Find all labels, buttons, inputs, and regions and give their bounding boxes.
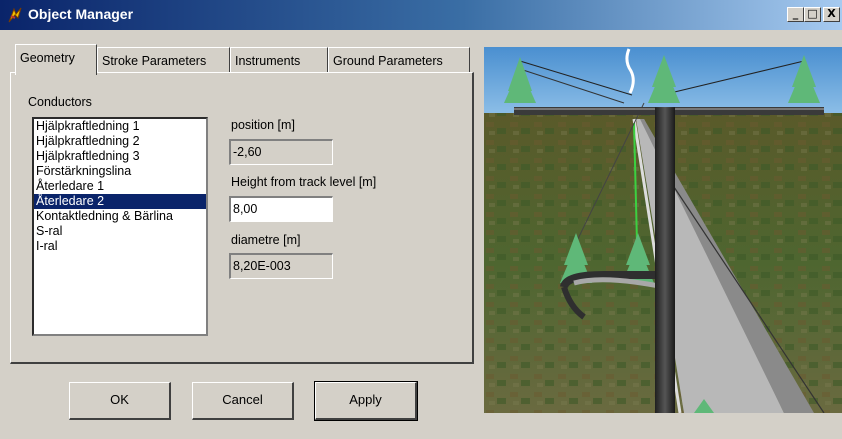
list-item[interactable]: Återledare 1 bbox=[34, 179, 206, 194]
list-item[interactable]: Förstärkningslina bbox=[34, 164, 206, 179]
tab-geometry[interactable]: Geometry bbox=[15, 44, 97, 75]
list-item[interactable]: Kontaktledning & Bärlina bbox=[34, 209, 206, 224]
list-item[interactable]: I-ral bbox=[34, 239, 206, 254]
diametre-field: 8,20E-003 bbox=[229, 253, 333, 279]
list-item[interactable]: Hjälpkraftledning 1 bbox=[34, 119, 206, 134]
conductors-label: Conductors bbox=[28, 95, 92, 109]
app-icon bbox=[8, 7, 22, 23]
conductors-listbox[interactable]: Hjälpkraftledning 1 Hjälpkraftledning 2 … bbox=[32, 117, 208, 336]
apply-button[interactable]: Apply bbox=[314, 381, 418, 421]
tab-ground-parameters[interactable]: Ground Parameters bbox=[328, 47, 470, 73]
tab-instruments[interactable]: Instruments bbox=[230, 47, 328, 73]
position-field: -2,60 bbox=[229, 139, 333, 165]
position-label: position [m] bbox=[231, 118, 295, 132]
tab-stroke-parameters[interactable]: Stroke Parameters bbox=[97, 47, 230, 73]
ok-button[interactable]: OK bbox=[69, 382, 171, 420]
minimize-button[interactable]: _ bbox=[787, 7, 804, 22]
cancel-button[interactable]: Cancel bbox=[192, 382, 294, 420]
list-item[interactable]: S-ral bbox=[34, 224, 206, 239]
list-item[interactable]: Hjälpkraftledning 2 bbox=[34, 134, 206, 149]
railway-scene bbox=[484, 47, 842, 413]
list-item[interactable]: Hjälpkraftledning 3 bbox=[34, 149, 206, 164]
height-input[interactable]: 8,00 bbox=[229, 196, 333, 222]
diametre-label: diametre [m] bbox=[231, 233, 301, 247]
maximize-button[interactable]: □ bbox=[804, 7, 821, 22]
list-item-selected[interactable]: Återledare 2 bbox=[34, 194, 206, 209]
window-title: Object Manager bbox=[28, 6, 134, 22]
close-button[interactable]: X bbox=[823, 7, 840, 22]
3d-viewport[interactable] bbox=[484, 47, 842, 413]
height-label: Height from track level [m] bbox=[231, 175, 377, 189]
title-bar: Object Manager _ □ X bbox=[0, 0, 842, 30]
